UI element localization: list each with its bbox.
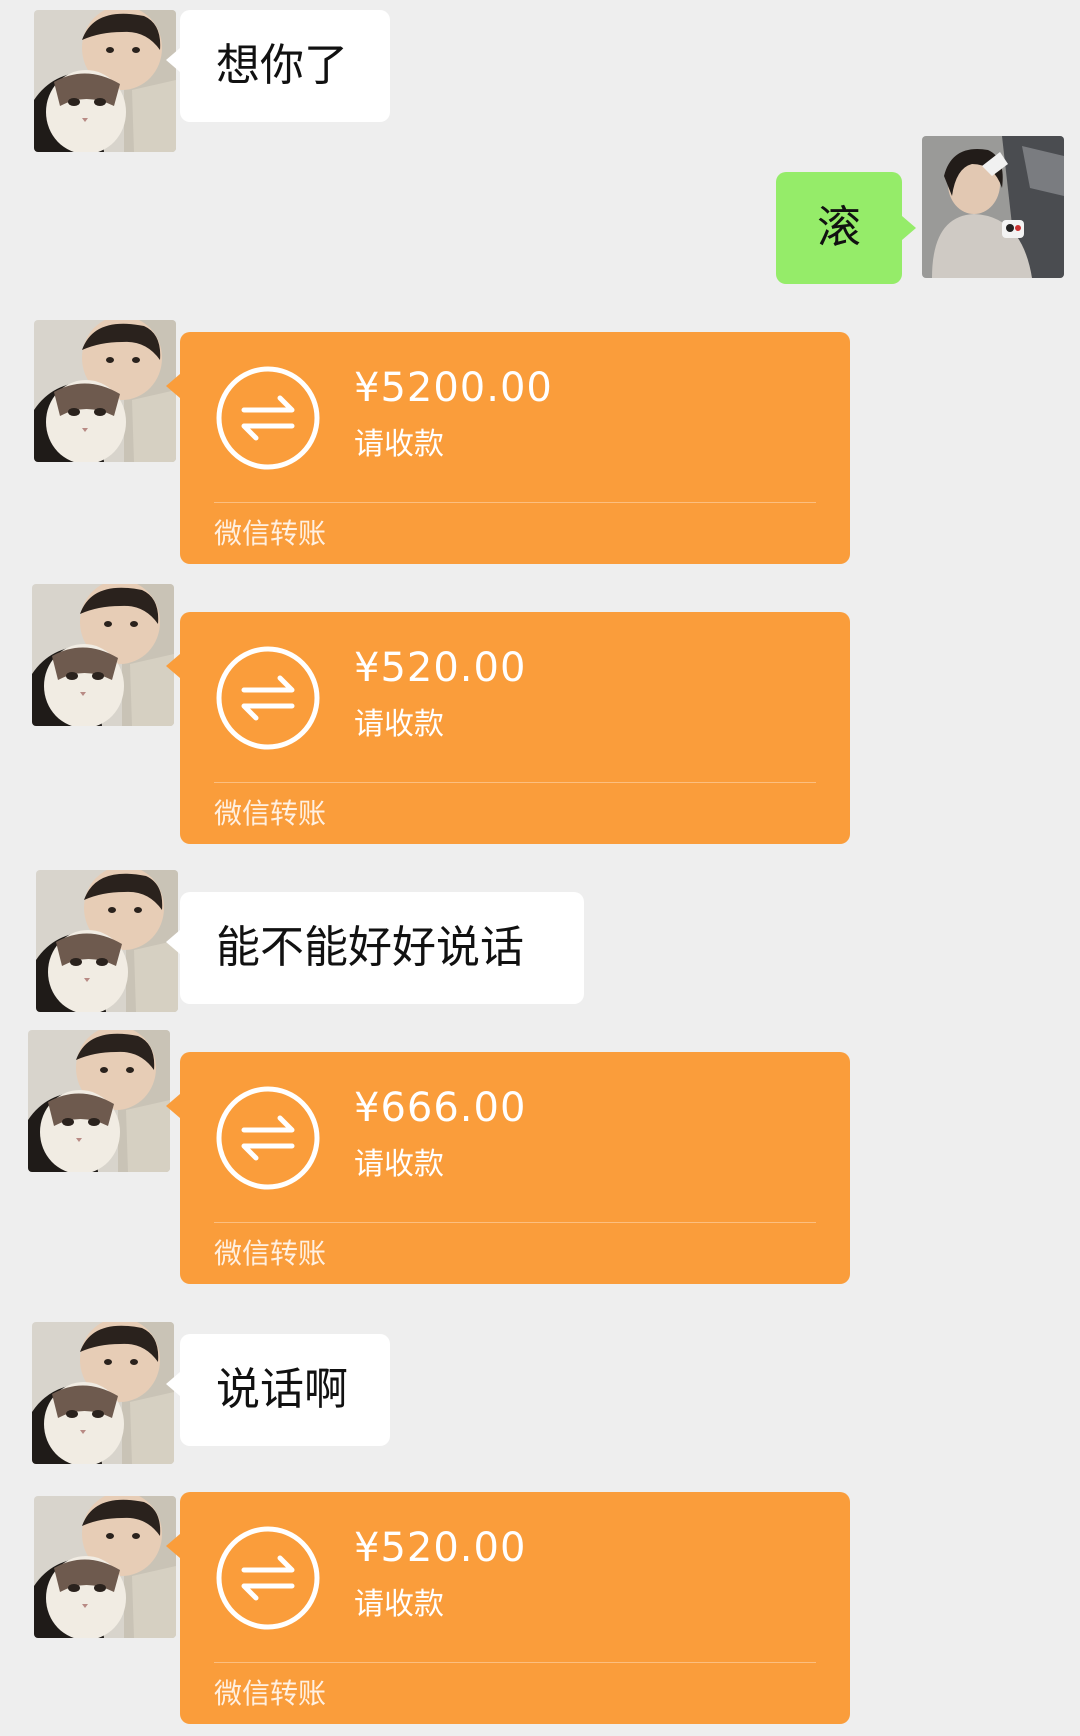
contact-avatar[interactable]: [36, 870, 178, 1012]
transfer-card[interactable]: ¥520.00 请收款 微信转账: [166, 1492, 850, 1724]
my-avatar-image: [922, 136, 1064, 278]
transfer-amount: ¥520.00: [354, 645, 527, 691]
transfer-arrows-icon: [214, 644, 322, 752]
contact-avatar[interactable]: [34, 1496, 176, 1638]
contact-avatar-image: [36, 870, 178, 1012]
transfer-card[interactable]: ¥5200.00 请收款 微信转账: [166, 332, 850, 564]
message-text: 能不能好好说话: [216, 922, 524, 973]
transfer-footer: 微信转账: [214, 1677, 327, 1710]
contact-avatar[interactable]: [32, 1322, 174, 1464]
contact-avatar[interactable]: [34, 320, 176, 462]
divider: [214, 1662, 816, 1663]
transfer-card[interactable]: ¥520.00 请收款 微信转账: [166, 612, 850, 844]
transfer-footer: 微信转账: [214, 797, 327, 830]
my-message-bubble[interactable]: 滚: [776, 172, 916, 284]
contact-avatar-image: [32, 584, 174, 726]
message-text: 滚: [817, 202, 861, 253]
contact-avatar-image: [34, 10, 176, 152]
transfer-amount: ¥5200.00: [354, 365, 553, 411]
message-bubble[interactable]: 想你了: [166, 10, 390, 122]
transfer-status: 请收款: [354, 1147, 444, 1182]
chat-area: 想你了 滚 ¥5200.00 请收款 微信转账 ¥520.00 请收款 微信转账…: [0, 0, 1080, 1736]
my-avatar[interactable]: [922, 136, 1064, 278]
transfer-card[interactable]: ¥666.00 请收款 微信转账: [166, 1052, 850, 1284]
message-text: 想你了: [216, 40, 348, 91]
transfer-arrows-icon: [214, 1524, 322, 1632]
transfer-status: 请收款: [354, 1587, 444, 1622]
transfer-amount: ¥666.00: [354, 1085, 527, 1131]
contact-avatar[interactable]: [28, 1030, 170, 1172]
transfer-arrows-icon: [214, 1084, 322, 1192]
transfer-amount: ¥520.00: [354, 1525, 527, 1571]
message-bubble[interactable]: 能不能好好说话: [166, 892, 584, 1004]
contact-avatar-image: [34, 1496, 176, 1638]
contact-avatar-image: [34, 320, 176, 462]
contact-avatar[interactable]: [32, 584, 174, 726]
message-text: 说话啊: [216, 1364, 348, 1415]
contact-avatar[interactable]: [34, 10, 176, 152]
transfer-footer: 微信转账: [214, 517, 327, 550]
contact-avatar-image: [28, 1030, 170, 1172]
transfer-status: 请收款: [354, 707, 444, 742]
divider: [214, 502, 816, 503]
transfer-arrows-icon: [214, 364, 322, 472]
transfer-status: 请收款: [354, 427, 444, 462]
transfer-footer: 微信转账: [214, 1237, 327, 1270]
divider: [214, 1222, 816, 1223]
message-bubble[interactable]: 说话啊: [166, 1334, 390, 1446]
contact-avatar-image: [32, 1322, 174, 1464]
divider: [214, 782, 816, 783]
